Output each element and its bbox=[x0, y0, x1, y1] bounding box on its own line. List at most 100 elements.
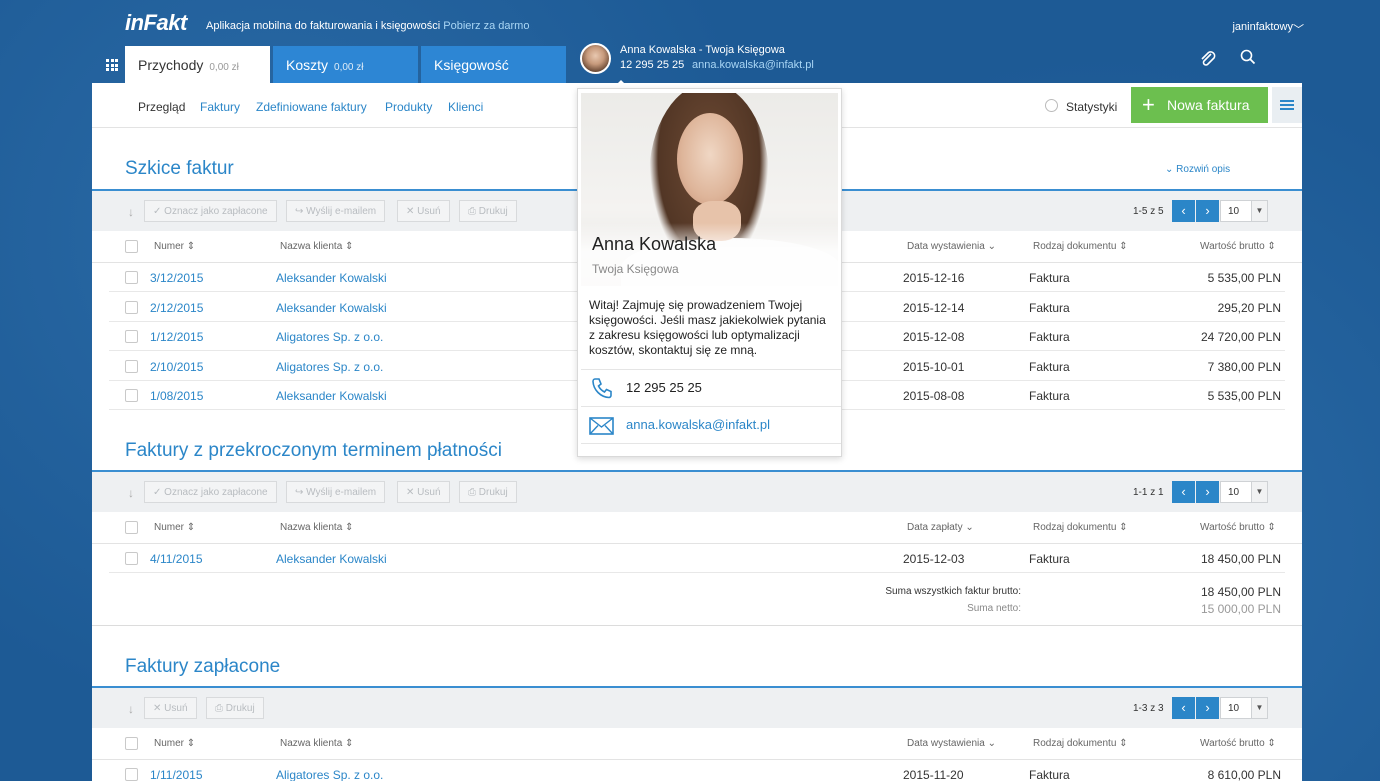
tagline: Aplikacja mobilna do fakturowania i księ… bbox=[206, 20, 529, 32]
mark-paid-button[interactable]: ✓ Oznacz jako zapłacone bbox=[144, 481, 277, 503]
divider bbox=[581, 406, 841, 407]
invoice-date: 2015-12-14 bbox=[903, 300, 965, 315]
tab-koszty[interactable]: Koszty 0,00 zł bbox=[273, 46, 418, 83]
document-type: Faktura bbox=[1029, 552, 1070, 566]
col-gross[interactable]: Wartość brutto ⇕ bbox=[1200, 241, 1276, 252]
overdue-table-header: Numer ⇕ Nazwa klienta ⇕ Data zapłaty ⌄ R… bbox=[92, 512, 1302, 544]
subnav-zdefiniowane[interactable]: Zdefiniowane faktury bbox=[256, 100, 367, 114]
invoice-number-link[interactable]: 2/10/2015 bbox=[150, 360, 203, 374]
tab-przychody[interactable]: Przychody 0,00 zł bbox=[125, 46, 270, 83]
pager-info: 1-3 z 3 bbox=[1133, 703, 1164, 714]
col-number[interactable]: Numer ⇕ bbox=[154, 738, 195, 749]
mark-paid-button[interactable]: ✓ Oznacz jako zapłacone bbox=[144, 200, 277, 222]
client-link[interactable]: Aleksander Kowalski bbox=[276, 552, 387, 566]
select-all-checkbox[interactable] bbox=[125, 240, 138, 253]
client-link[interactable]: Aligatores Sp. z o.o. bbox=[276, 330, 383, 344]
col-gross[interactable]: Wartość brutto ⇕ bbox=[1200, 738, 1276, 749]
client-link[interactable]: Aligatores Sp. z o.o. bbox=[276, 768, 383, 781]
send-email-button[interactable]: ↪ Wyślij e-mailem bbox=[286, 200, 386, 222]
client-link[interactable]: Aleksander Kowalski bbox=[276, 271, 387, 285]
col-pay-date[interactable]: Data zapłaty ⌄ bbox=[907, 522, 974, 533]
subnav-faktury[interactable]: Faktury bbox=[200, 100, 240, 114]
subnav-produkty[interactable]: Produkty bbox=[385, 100, 432, 114]
prev-page-button[interactable]: ‹ bbox=[1172, 200, 1195, 222]
gross-value: 5 535,00 PLN bbox=[1207, 389, 1281, 403]
tab-label: Koszty bbox=[286, 57, 329, 73]
stats-link[interactable]: Statystyki bbox=[1066, 100, 1117, 114]
chevron-down-icon[interactable]: ﹀ bbox=[1293, 21, 1304, 37]
pie-chart-icon bbox=[1045, 99, 1058, 112]
send-email-button[interactable]: ↪ Wyślij e-mailem bbox=[286, 481, 386, 503]
next-page-button[interactable]: › bbox=[1196, 481, 1219, 503]
next-page-button[interactable]: › bbox=[1196, 697, 1219, 719]
accountant-phone[interactable]: 12 295 25 25 bbox=[626, 380, 702, 395]
col-client[interactable]: Nazwa klienta ⇕ bbox=[280, 522, 353, 533]
col-client[interactable]: Nazwa klienta ⇕ bbox=[280, 241, 353, 252]
attachment-icon[interactable] bbox=[1199, 50, 1217, 73]
col-client[interactable]: Nazwa klienta ⇕ bbox=[280, 738, 353, 749]
delete-button[interactable]: ✕ Usuń bbox=[397, 481, 450, 503]
table-row[interactable]: 1/11/2015 Aligatores Sp. z o.o. 2015-11-20… bbox=[109, 760, 1285, 781]
per-page-select[interactable]: 10 ▼ bbox=[1220, 481, 1268, 503]
prev-page-button[interactable]: ‹ bbox=[1172, 481, 1195, 503]
menu-icon[interactable] bbox=[1272, 87, 1302, 123]
subnav-przeglad[interactable]: Przegląd bbox=[138, 100, 185, 114]
accountant-avatar[interactable] bbox=[580, 43, 611, 74]
client-link[interactable]: Aligatores Sp. z o.o. bbox=[276, 360, 383, 374]
row-checkbox[interactable] bbox=[125, 359, 138, 373]
col-issue-date[interactable]: Data wystawienia ⌄ bbox=[907, 738, 996, 749]
next-page-button[interactable]: › bbox=[1196, 200, 1219, 222]
col-gross[interactable]: Wartość brutto ⇕ bbox=[1200, 522, 1276, 533]
user-menu[interactable]: janinfaktowy bbox=[1232, 21, 1293, 33]
search-icon[interactable] bbox=[1240, 49, 1256, 65]
per-page-select[interactable]: 10 ▼ bbox=[1220, 697, 1268, 719]
document-type: Faktura bbox=[1029, 359, 1070, 374]
accountant-header-email[interactable]: anna.kowalska@infakt.pl bbox=[692, 59, 814, 71]
invoice-date: 2015-11-20 bbox=[903, 768, 964, 781]
table-row[interactable]: 4/11/2015 Aleksander Kowalski 2015-12-03 Fa… bbox=[109, 544, 1285, 573]
tab-ksiegowosc[interactable]: Księgowość bbox=[421, 46, 566, 83]
col-number[interactable]: Numer ⇕ bbox=[154, 522, 195, 533]
delete-button[interactable]: ✕ Usuń bbox=[144, 697, 197, 719]
invoice-number-link[interactable]: 1/08/2015 bbox=[150, 389, 203, 403]
invoice-number-link[interactable]: 2/12/2015 bbox=[150, 301, 203, 315]
print-button[interactable]: ⎙ Drukuj bbox=[206, 697, 264, 719]
col-doc-type[interactable]: Rodzaj dokumentu ⇕ bbox=[1033, 522, 1128, 533]
download-link[interactable]: Pobierz za darmo bbox=[443, 20, 529, 32]
print-button[interactable]: ⎙ Drukuj bbox=[459, 200, 517, 222]
row-checkbox[interactable] bbox=[125, 300, 138, 314]
row-checkbox[interactable] bbox=[125, 768, 138, 781]
chevron-down-icon: ▼ bbox=[1251, 698, 1267, 718]
app-logo[interactable]: inFakt bbox=[125, 10, 187, 36]
select-all-checkbox[interactable] bbox=[125, 521, 138, 534]
col-number[interactable]: Numer ⇕ bbox=[154, 241, 195, 252]
new-invoice-button[interactable]: + Nowa faktura bbox=[1131, 87, 1268, 123]
invoice-number-link[interactable]: 1/12/2015 bbox=[150, 330, 203, 344]
expand-description-link[interactable]: ⌄ Rozwiń opis bbox=[1165, 164, 1230, 175]
prev-page-button[interactable]: ‹ bbox=[1172, 697, 1195, 719]
accountant-role: Twoja Księgowa bbox=[592, 262, 679, 276]
accountant-header-name[interactable]: Anna Kowalska - Twoja Księgowa bbox=[620, 44, 785, 56]
row-checkbox[interactable] bbox=[125, 330, 138, 343]
apps-grid-icon[interactable] bbox=[106, 59, 118, 71]
col-doc-type[interactable]: Rodzaj dokumentu ⇕ bbox=[1033, 738, 1128, 749]
row-checkbox[interactable] bbox=[125, 271, 138, 284]
row-checkbox[interactable] bbox=[125, 389, 138, 402]
col-doc-type[interactable]: Rodzaj dokumentu ⇕ bbox=[1033, 241, 1128, 252]
select-all-checkbox[interactable] bbox=[125, 737, 138, 750]
document-type: Faktura bbox=[1029, 768, 1070, 781]
document-type: Faktura bbox=[1029, 271, 1070, 285]
sum-net-value: 15 000,00 PLN bbox=[1200, 602, 1281, 616]
invoice-number-link[interactable]: 3/12/2015 bbox=[150, 271, 203, 285]
accountant-email[interactable]: anna.kowalska@infakt.pl bbox=[626, 417, 770, 432]
col-issue-date[interactable]: Data wystawienia ⌄ bbox=[907, 241, 996, 252]
row-checkbox[interactable] bbox=[125, 552, 138, 565]
delete-button[interactable]: ✕ Usuń bbox=[397, 200, 450, 222]
client-link[interactable]: Aleksander Kowalski bbox=[276, 389, 387, 403]
client-link[interactable]: Aleksander Kowalski bbox=[276, 301, 387, 315]
invoice-number-link[interactable]: 4/11/2015 bbox=[150, 552, 203, 566]
subnav-klienci[interactable]: Klienci bbox=[448, 100, 483, 114]
print-button[interactable]: ⎙ Drukuj bbox=[459, 481, 517, 503]
invoice-number-link[interactable]: 1/11/2015 bbox=[150, 768, 203, 781]
per-page-select[interactable]: 10 ▼ bbox=[1220, 200, 1268, 222]
